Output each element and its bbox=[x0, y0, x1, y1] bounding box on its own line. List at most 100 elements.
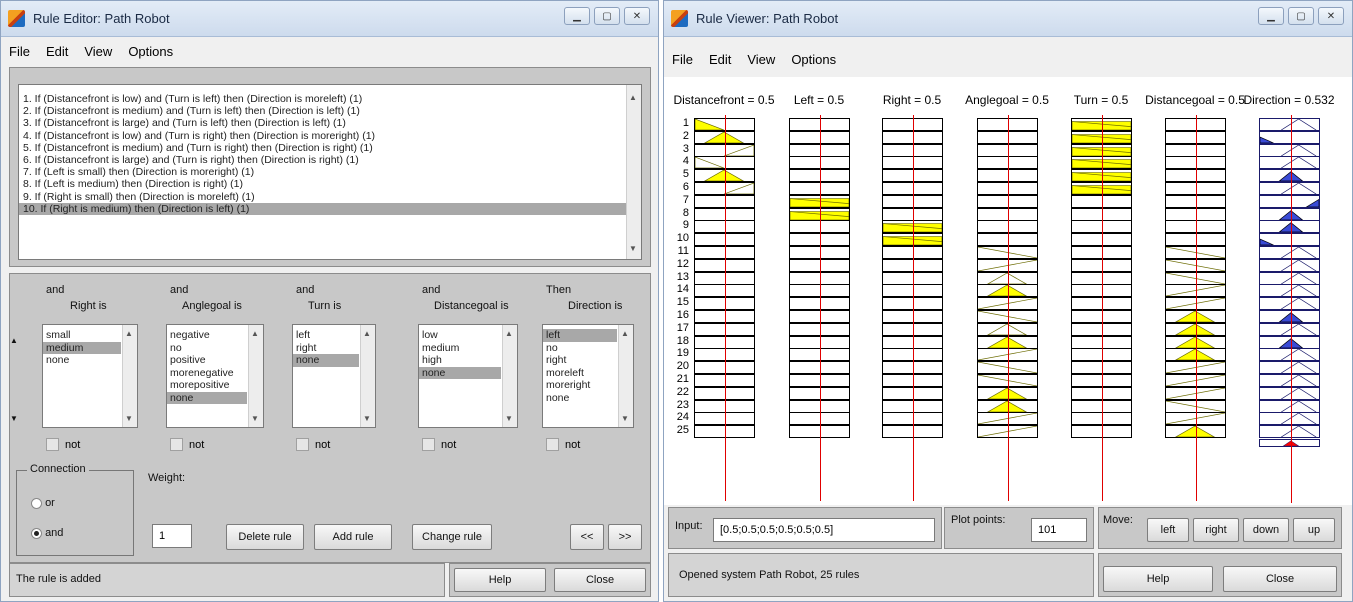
membership-plot[interactable] bbox=[1259, 233, 1320, 247]
option-item[interactable]: no bbox=[167, 342, 247, 355]
radio-or[interactable]: or bbox=[31, 497, 55, 509]
menu-options[interactable]: Options bbox=[791, 52, 836, 67]
membership-plot[interactable] bbox=[1259, 220, 1320, 234]
membership-plot[interactable] bbox=[1259, 118, 1320, 131]
input-value-line[interactable] bbox=[1007, 115, 1009, 501]
rule-list-item[interactable]: 5. If (Distancefront is medium) and (Tur… bbox=[19, 142, 641, 154]
membership-plot[interactable] bbox=[1259, 297, 1320, 311]
membership-plot[interactable] bbox=[1259, 258, 1320, 272]
delete-rule-button[interactable]: Delete rule bbox=[226, 524, 304, 550]
membership-plot[interactable] bbox=[1259, 310, 1320, 323]
column-option-list[interactable]: small medium none ▲ ▼ bbox=[42, 324, 138, 428]
radio-button[interactable] bbox=[31, 527, 42, 539]
option-item[interactable]: none bbox=[167, 391, 247, 404]
option-item[interactable]: high bbox=[419, 354, 501, 367]
membership-plot[interactable] bbox=[1259, 386, 1320, 400]
membership-plot[interactable] bbox=[1259, 130, 1320, 144]
help-button[interactable]: Help bbox=[1103, 566, 1213, 592]
membership-plot[interactable] bbox=[1259, 194, 1320, 208]
change-rule-button[interactable]: Change rule bbox=[412, 524, 492, 550]
move-left-button[interactable]: left bbox=[1147, 518, 1189, 542]
option-item[interactable]: no bbox=[543, 342, 617, 355]
option-item[interactable]: none bbox=[419, 366, 501, 379]
rule-list-item[interactable]: 10. If (Right is medium) then (Direction… bbox=[19, 202, 641, 215]
rule-list-item[interactable]: 7. If (Left is small) then (Direction is… bbox=[19, 166, 641, 178]
not-checkbox[interactable]: not bbox=[170, 438, 204, 451]
minimize-icon[interactable]: ▁ bbox=[1258, 7, 1284, 25]
rule-list-item[interactable]: 2. If (Distancefront is medium) and (Tur… bbox=[19, 105, 641, 117]
membership-plot[interactable] bbox=[1259, 246, 1320, 259]
checkbox-box[interactable] bbox=[422, 438, 435, 451]
aggregated-output-plot[interactable] bbox=[1259, 439, 1320, 447]
rule-list-item[interactable]: 4. If (Distancefront is low) and (Turn i… bbox=[19, 130, 641, 142]
membership-plot[interactable] bbox=[1259, 284, 1320, 298]
scroll-down-icon[interactable]: ▼ bbox=[125, 414, 133, 423]
input-field[interactable]: [0.5;0.5;0.5;0.5;0.5;0.5] bbox=[713, 518, 935, 542]
input-value-line[interactable] bbox=[724, 115, 726, 501]
membership-plot[interactable] bbox=[1259, 322, 1320, 336]
column-option-list[interactable]: low medium high none ▲ ▼ bbox=[418, 324, 518, 428]
checkbox-box[interactable] bbox=[46, 438, 59, 451]
not-checkbox[interactable]: not bbox=[546, 438, 580, 451]
column-option-list[interactable]: left no right moreleft moreright none ▲ ▼ bbox=[542, 324, 634, 428]
option-item[interactable]: right bbox=[293, 342, 359, 355]
maximize-icon[interactable]: ▢ bbox=[594, 7, 620, 25]
membership-plot[interactable] bbox=[1259, 399, 1320, 413]
option-scrollbar[interactable]: ▲ ▼ bbox=[248, 325, 263, 427]
membership-plot[interactable] bbox=[1259, 207, 1320, 221]
menu-view[interactable]: View bbox=[84, 44, 112, 59]
menu-view[interactable]: View bbox=[747, 52, 775, 67]
scroll-up-icon[interactable]: ▲ bbox=[10, 336, 18, 345]
input-value-line[interactable] bbox=[1101, 115, 1103, 501]
add-rule-button[interactable]: Add rule bbox=[314, 524, 392, 550]
membership-plot[interactable] bbox=[1259, 271, 1320, 285]
option-item[interactable]: moreright bbox=[543, 379, 617, 392]
option-item[interactable]: none bbox=[543, 392, 617, 405]
membership-plot[interactable] bbox=[1259, 348, 1320, 362]
radio-and[interactable]: and bbox=[31, 527, 63, 539]
rule-list[interactable]: 1. If (Distancefront is low) and (Turn i… bbox=[18, 84, 642, 260]
menu-edit[interactable]: Edit bbox=[709, 52, 731, 67]
input-value-line[interactable] bbox=[1291, 115, 1293, 503]
scroll-up-icon[interactable]: ▲ bbox=[125, 329, 133, 338]
maximize-icon[interactable]: ▢ bbox=[1288, 7, 1314, 25]
option-item[interactable]: small bbox=[43, 329, 121, 342]
rule-list-scrollbar[interactable]: ▲ ▼ bbox=[626, 85, 641, 259]
not-checkbox[interactable]: not bbox=[46, 438, 80, 451]
close-icon[interactable]: ✕ bbox=[1318, 7, 1344, 25]
rule-list-item[interactable]: 6. If (Distancefront is large) and (Turn… bbox=[19, 154, 641, 166]
weight-field[interactable]: 1 bbox=[152, 524, 192, 548]
scroll-down-icon[interactable]: ▼ bbox=[251, 414, 259, 423]
membership-plot[interactable] bbox=[1259, 335, 1320, 349]
scroll-up-icon[interactable]: ▲ bbox=[629, 93, 637, 102]
scroll-up-icon[interactable]: ▲ bbox=[621, 329, 629, 338]
option-item[interactable]: low bbox=[419, 329, 501, 342]
scroll-down-icon[interactable]: ▼ bbox=[363, 414, 371, 423]
scroll-down-icon[interactable]: ▼ bbox=[505, 414, 513, 423]
membership-plot[interactable] bbox=[1259, 361, 1320, 375]
membership-plot[interactable] bbox=[1259, 182, 1320, 195]
move-up-button[interactable]: up bbox=[1293, 518, 1335, 542]
plot-points-field[interactable]: 101 bbox=[1031, 518, 1087, 542]
membership-plot[interactable] bbox=[1259, 143, 1320, 157]
close-button[interactable]: Close bbox=[1223, 566, 1337, 592]
option-item[interactable]: medium bbox=[419, 342, 501, 355]
membership-plot[interactable] bbox=[1259, 412, 1320, 426]
input-value-line[interactable] bbox=[819, 115, 821, 501]
option-item[interactable]: morepositive bbox=[167, 379, 247, 392]
option-scrollbar[interactable]: ▲ ▼ bbox=[618, 325, 633, 427]
scroll-up-icon[interactable]: ▲ bbox=[251, 329, 259, 338]
option-item[interactable]: positive bbox=[167, 354, 247, 367]
checkbox-box[interactable] bbox=[546, 438, 559, 451]
option-scrollbar[interactable]: ▲ ▼ bbox=[502, 325, 517, 427]
next-button[interactable]: >> bbox=[608, 524, 642, 550]
option-item[interactable]: none bbox=[293, 354, 359, 367]
menu-edit[interactable]: Edit bbox=[46, 44, 68, 59]
move-right-button[interactable]: right bbox=[1193, 518, 1239, 542]
column-option-list[interactable]: negative no positive morenegative morepositi… bbox=[166, 324, 264, 428]
membership-plot[interactable] bbox=[1259, 156, 1320, 170]
option-item[interactable]: morenegative bbox=[167, 367, 247, 380]
menu-file[interactable]: File bbox=[672, 52, 693, 67]
membership-plot[interactable] bbox=[1259, 169, 1320, 183]
option-item[interactable]: moreleft bbox=[543, 367, 617, 380]
